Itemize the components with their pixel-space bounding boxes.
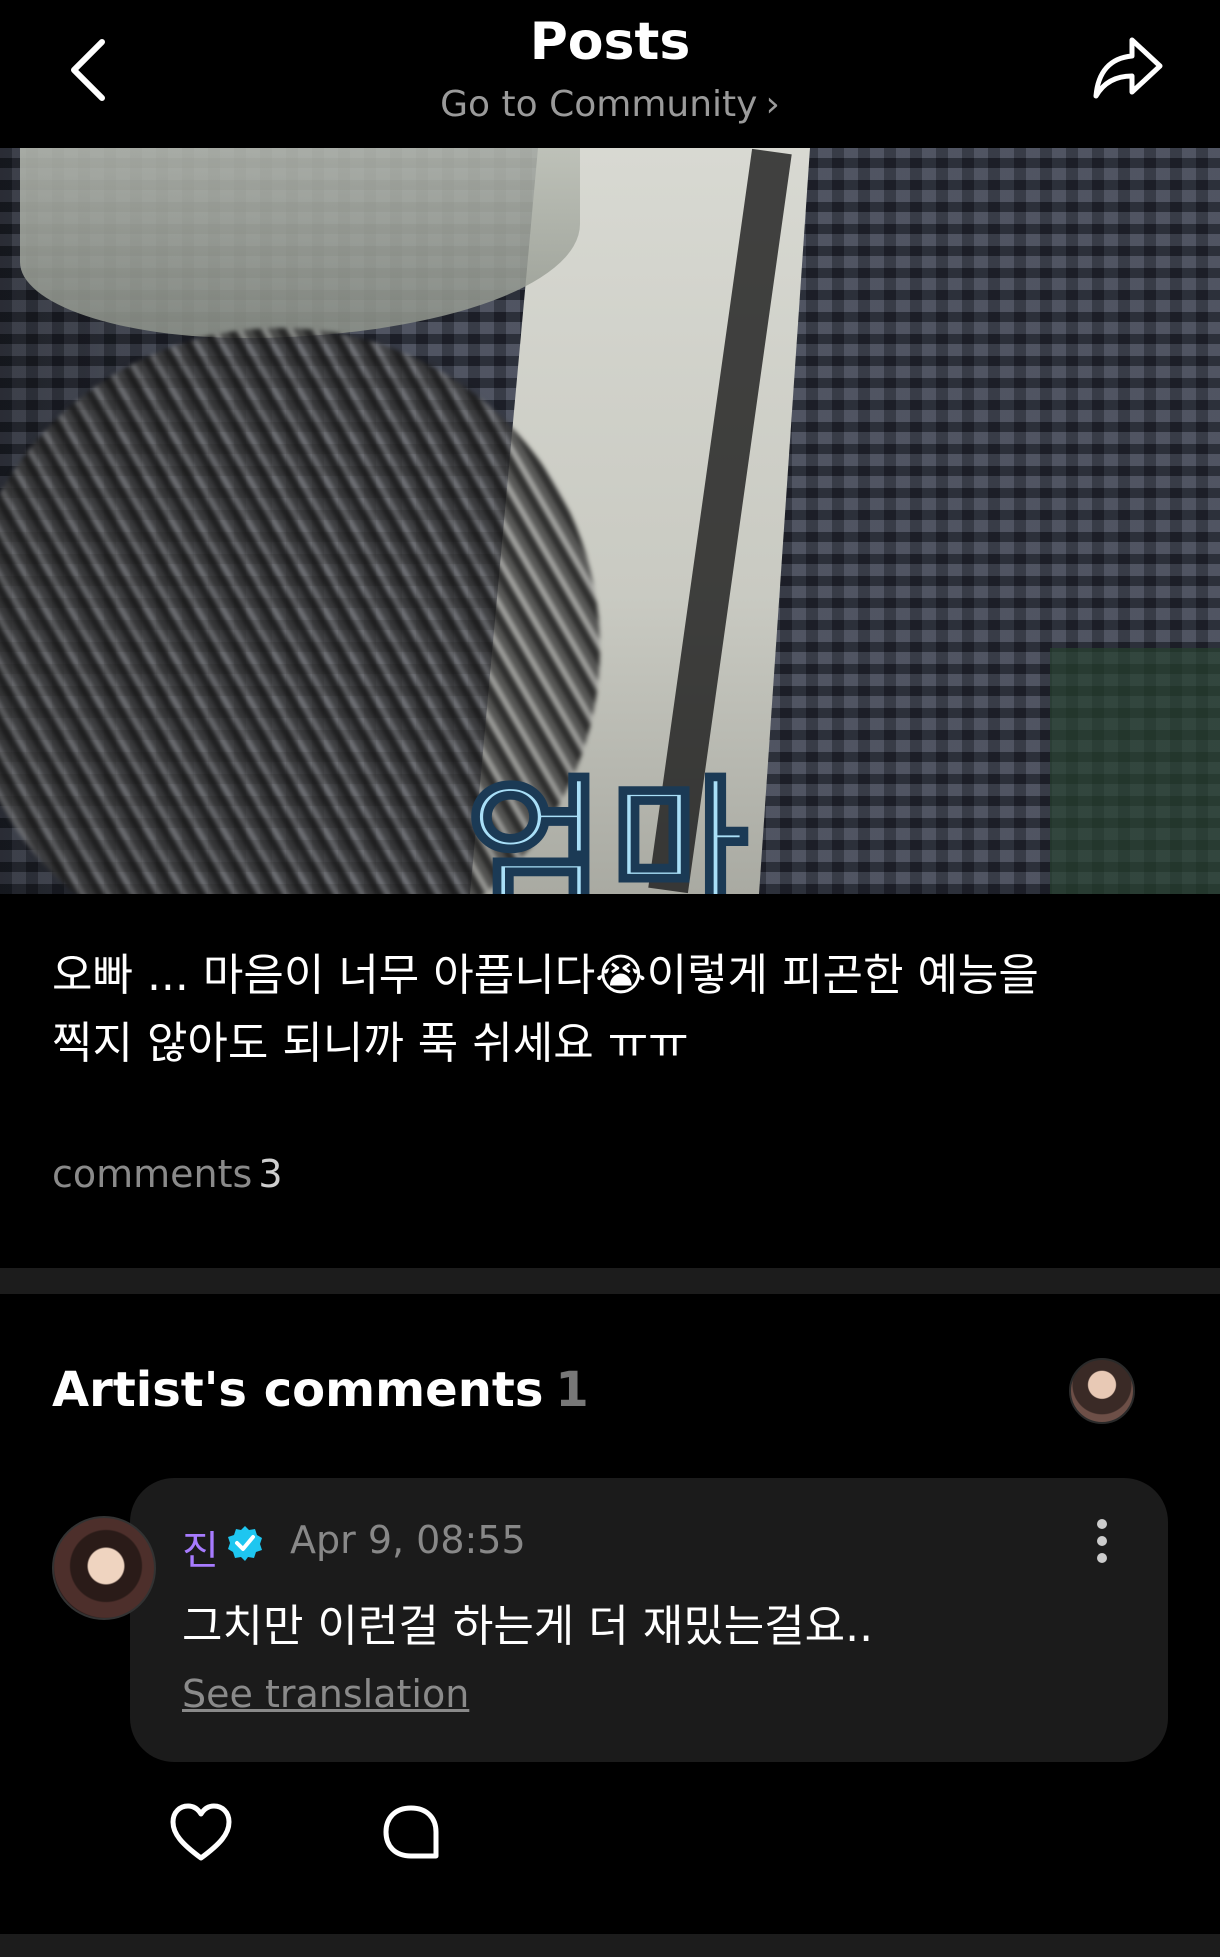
comments-count[interactable]: comments 3 (52, 1152, 283, 1196)
comment-author-name[interactable]: 진 (182, 1518, 219, 1576)
image-collar-area (20, 148, 580, 338)
bottom-divider (0, 1934, 1220, 1957)
top-app-bar: Posts Go to Community › (0, 0, 1220, 148)
comment-author-avatar[interactable] (52, 1516, 156, 1620)
comments-number: 3 (258, 1152, 283, 1196)
comment-text: 그치만 이런걸 하는게 더 재밌는걸요.. (182, 1601, 874, 1652)
comment-timestamp: Apr 9, 08:55 (290, 1518, 526, 1562)
artist-avatar-small[interactable] (1069, 1358, 1135, 1424)
post-body-text: 오빠 ... 마음이 너무 아픕니다😭이렇게 피곤한 예능을 찍지 않아도 되니… (52, 942, 1172, 1078)
page-title: Posts (529, 12, 691, 72)
share-button[interactable] (1088, 30, 1168, 106)
post-text-line-1: 오빠 ... 마음이 너무 아픕니다😭이렇게 피곤한 예능을 (52, 950, 1039, 1001)
heart-icon (170, 1803, 232, 1861)
verified-badge-icon (228, 1526, 262, 1561)
chevron-right-icon: › (765, 84, 780, 125)
post-image[interactable]: 엄마 (0, 148, 1220, 894)
speech-bubble-icon (383, 1805, 439, 1859)
share-icon (1093, 37, 1163, 99)
image-caption-text: 엄마 (464, 761, 754, 894)
artist-comments-count: 1 (555, 1362, 589, 1418)
community-link-label: Go to Community (440, 84, 758, 125)
reply-button[interactable] (380, 1800, 442, 1866)
section-divider (0, 1268, 1220, 1294)
artist-comments-heading: Artist's comments 1 (52, 1362, 589, 1418)
artist-comments-title: Artist's comments (52, 1362, 544, 1418)
like-button[interactable] (168, 1800, 234, 1866)
vertical-ellipsis-icon (1097, 1519, 1107, 1563)
see-translation-link[interactable]: See translation (182, 1672, 469, 1716)
comment-more-button[interactable] (1082, 1518, 1122, 1564)
go-to-community-link[interactable]: Go to Community › (0, 84, 1220, 125)
comments-label: comments (52, 1152, 253, 1196)
post-text-line-2: 찍지 않아도 되니까 푹 쉬세요 ㅠㅠ (52, 1018, 689, 1069)
post-detail-page: Posts Go to Community › 엄마 오빠 ... 마음이 너무 … (0, 0, 1220, 1957)
